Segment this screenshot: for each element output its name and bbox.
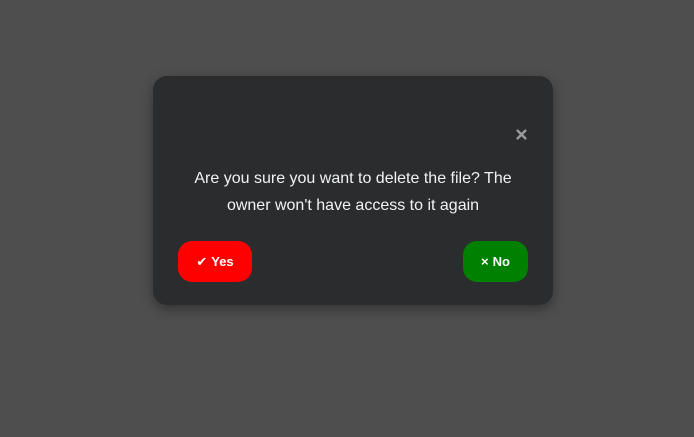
close-button[interactable] <box>513 126 529 142</box>
confirm-delete-dialog: Are you sure you want to delete the file… <box>153 76 553 305</box>
no-button-label: No <box>492 254 510 269</box>
dialog-message: Are you sure you want to delete the file… <box>194 170 512 214</box>
close-icon <box>515 128 527 140</box>
no-button[interactable]: × No <box>463 241 528 282</box>
yes-button[interactable]: ✔ Yes <box>178 241 252 282</box>
yes-button-label: Yes <box>211 254 234 269</box>
cross-icon: × <box>481 254 489 269</box>
checkmark-icon: ✔ <box>196 254 208 269</box>
modal-backdrop: Are you sure you want to delete the file… <box>0 0 694 437</box>
